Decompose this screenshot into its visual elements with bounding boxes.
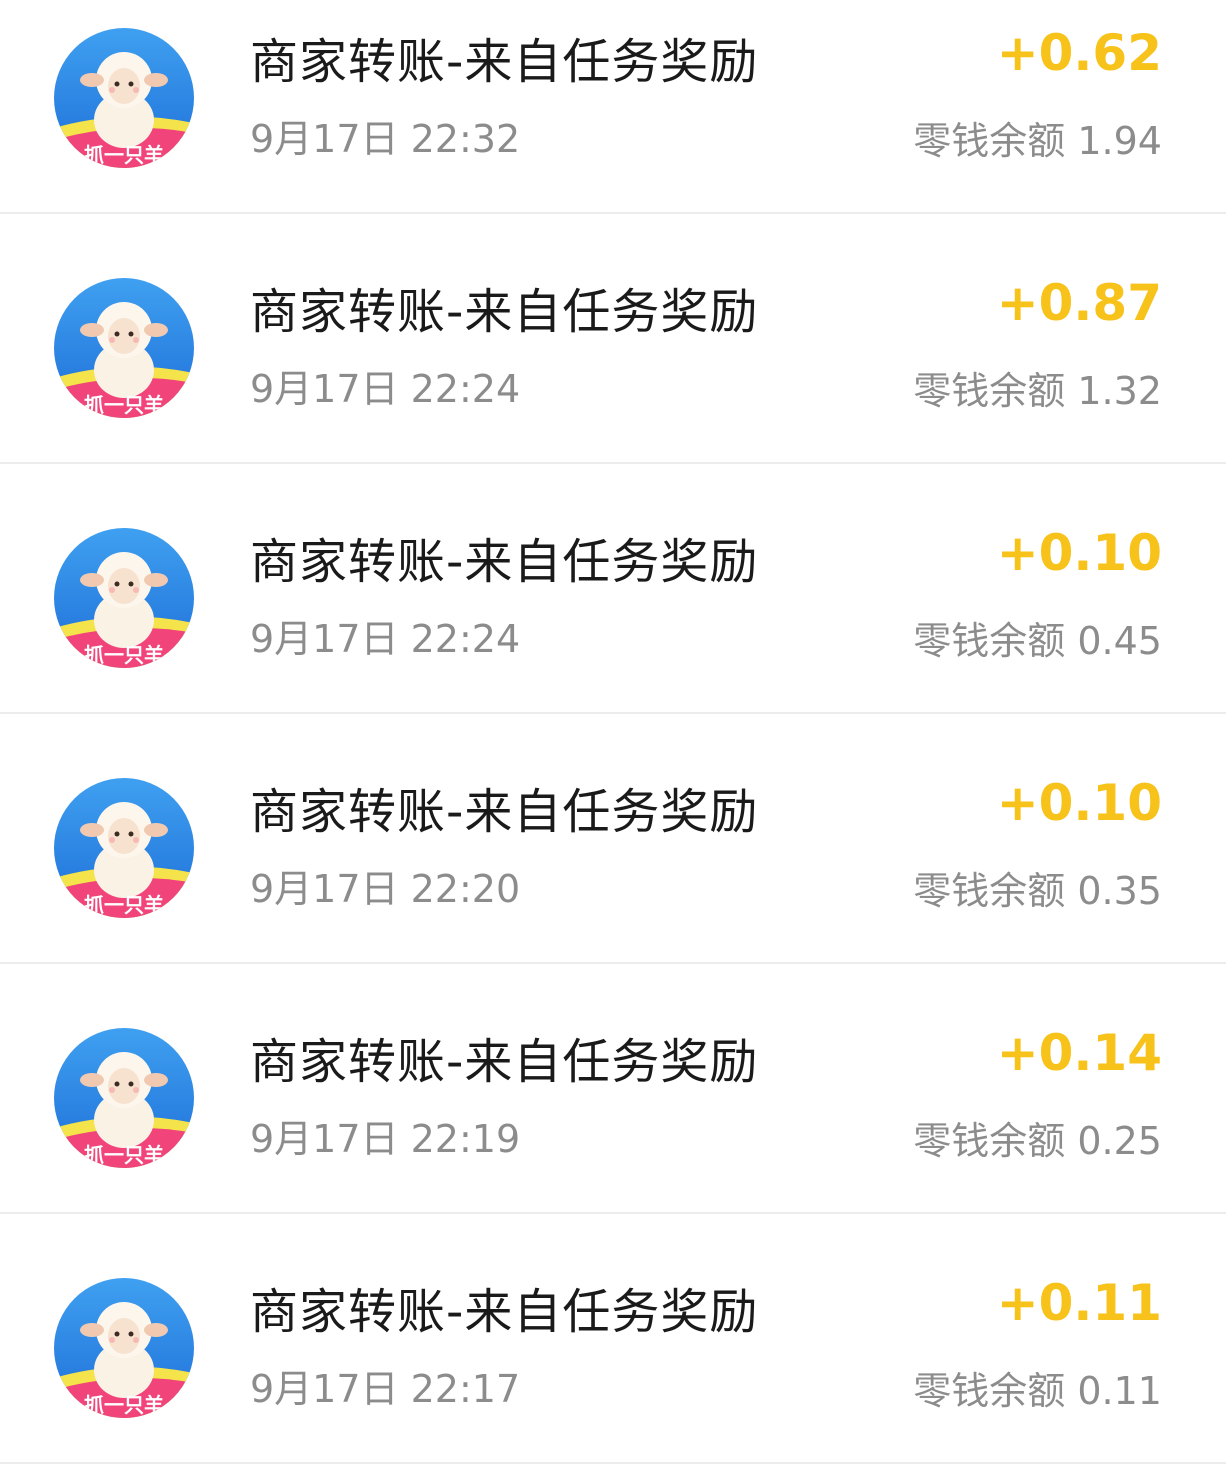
transaction-amount: +0.10 (996, 524, 1162, 582)
avatar-caption: 抓一只羊 (84, 143, 164, 167)
transaction-amount: +0.62 (996, 24, 1162, 82)
balance-label: 零钱余额 1.32 (913, 369, 1162, 413)
transaction-row[interactable]: 抓一只羊 商家转账-来自任务奖励 9月17日 22:32 +0.62 零钱余额 … (0, 0, 1226, 214)
balance-label: 零钱余额 0.45 (913, 619, 1162, 663)
transaction-title: 商家转账-来自任务奖励 (250, 1284, 759, 1340)
transaction-amount: +0.87 (996, 274, 1162, 332)
transaction-time: 9月17日 22:17 (250, 1367, 521, 1411)
transaction-time: 9月17日 22:19 (250, 1117, 521, 1161)
sheep-avatar-icon: 抓一只羊 (54, 778, 194, 918)
avatar-caption: 抓一只羊 (84, 1143, 164, 1167)
avatar-caption: 抓一只羊 (84, 1393, 164, 1417)
transaction-row[interactable]: 抓一只羊 商家转账-来自任务奖励 9月17日 22:17 +0.11 零钱余额 … (0, 1214, 1226, 1464)
sheep-avatar-icon: 抓一只羊 (54, 28, 194, 168)
balance-label: 零钱余额 1.94 (913, 119, 1162, 163)
transaction-list: 抓一只羊 商家转账-来自任务奖励 9月17日 22:32 +0.62 零钱余额 … (0, 0, 1226, 1464)
sheep-avatar-icon: 抓一只羊 (54, 1028, 194, 1168)
transaction-title: 商家转账-来自任务奖励 (250, 534, 759, 590)
sheep-avatar-icon: 抓一只羊 (54, 1278, 194, 1418)
transaction-row[interactable]: 抓一只羊 商家转账-来自任务奖励 9月17日 22:19 +0.14 零钱余额 … (0, 964, 1226, 1214)
transaction-time: 9月17日 22:24 (250, 617, 521, 661)
transaction-amount: +0.11 (996, 1274, 1162, 1332)
balance-label: 零钱余额 0.11 (913, 1369, 1162, 1413)
transaction-title: 商家转账-来自任务奖励 (250, 1034, 759, 1090)
transaction-row[interactable]: 抓一只羊 商家转账-来自任务奖励 9月17日 22:20 +0.10 零钱余额 … (0, 714, 1226, 964)
transaction-time: 9月17日 22:24 (250, 367, 521, 411)
transaction-amount: +0.14 (996, 1024, 1162, 1082)
balance-label: 零钱余额 0.25 (913, 1119, 1162, 1163)
transaction-title: 商家转账-来自任务奖励 (250, 284, 759, 340)
avatar-caption: 抓一只羊 (84, 393, 164, 417)
transaction-time: 9月17日 22:32 (250, 117, 521, 161)
avatar-caption: 抓一只羊 (84, 643, 164, 667)
sheep-avatar-icon: 抓一只羊 (54, 528, 194, 668)
transaction-row[interactable]: 抓一只羊 商家转账-来自任务奖励 9月17日 22:24 +0.10 零钱余额 … (0, 464, 1226, 714)
avatar-caption: 抓一只羊 (84, 893, 164, 917)
transaction-amount: +0.10 (996, 774, 1162, 832)
sheep-avatar-icon: 抓一只羊 (54, 278, 194, 418)
transaction-time: 9月17日 22:20 (250, 867, 521, 911)
transaction-title: 商家转账-来自任务奖励 (250, 34, 759, 90)
balance-label: 零钱余额 0.35 (913, 869, 1162, 913)
transaction-title: 商家转账-来自任务奖励 (250, 784, 759, 840)
transaction-row[interactable]: 抓一只羊 商家转账-来自任务奖励 9月17日 22:24 +0.87 零钱余额 … (0, 214, 1226, 464)
